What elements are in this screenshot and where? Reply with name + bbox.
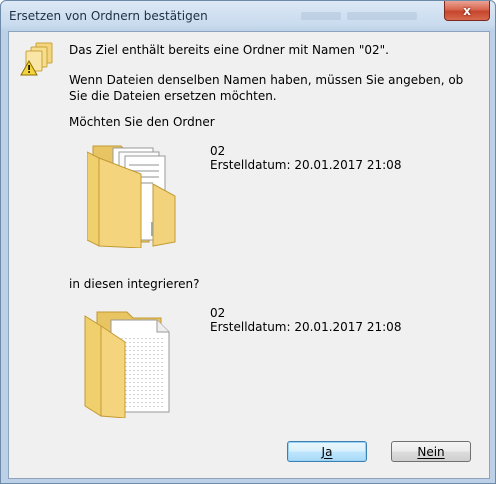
close-icon: x: [463, 3, 471, 18]
source-folder-date: Erstelldatum: 20.01.2017 21:08: [210, 158, 402, 172]
yes-button-label: Ja: [321, 444, 333, 459]
message-question-1: Möchten Sie den Ordner: [69, 115, 215, 129]
no-button-label: Nein: [417, 444, 445, 459]
title-bar[interactable]: Ersetzen von Ordnern bestätigen x: [1, 1, 495, 31]
source-folder-info: 02 Erstelldatum: 20.01.2017 21:08: [210, 144, 401, 172]
target-folder-info: 02 Erstelldatum: 20.01.2017 21:08: [210, 306, 401, 334]
warning-folder-icon: [20, 42, 53, 76]
folder-with-page-icon: [84, 311, 170, 418]
target-folder-date: Erstelldatum: 20.01.2017 21:08: [210, 320, 402, 334]
folder-with-documents-icon: [87, 145, 176, 248]
confirm-folder-replace-dialog: Ersetzen von Ordnern bestätigen x Das Zi…: [0, 0, 496, 484]
source-folder-name: 02: [210, 144, 226, 158]
no-button[interactable]: Nein: [391, 441, 471, 462]
dialog-content: Das Ziel enthält bereits eine Ordner mit…: [8, 31, 490, 479]
target-folder-name: 02: [210, 306, 226, 320]
window-title: Ersetzen von Ordnern bestätigen: [9, 9, 208, 23]
close-button[interactable]: x: [444, 1, 490, 21]
message-question-2: in diesen integrieren?: [69, 277, 200, 291]
yes-button[interactable]: Ja: [287, 441, 367, 462]
message-line-1: Das Ziel enthält bereits eine Ordner mit…: [69, 43, 389, 57]
message-line-2: Wenn Dateien denselben Namen haben, müss…: [69, 73, 464, 103]
title-bar-background-blur: [301, 5, 441, 25]
